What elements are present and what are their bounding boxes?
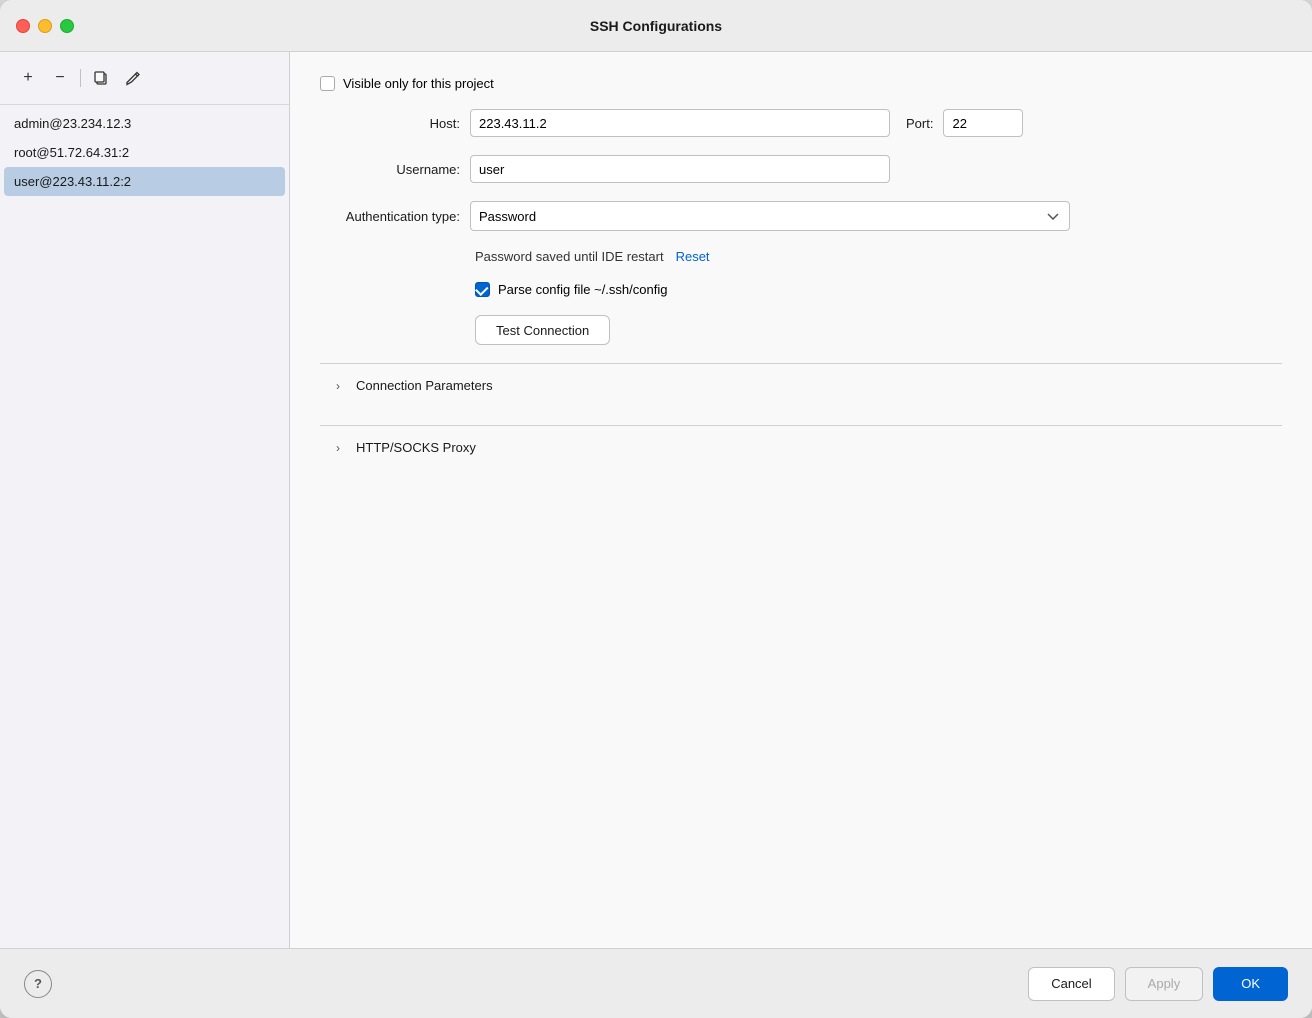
- copy-button[interactable]: [87, 64, 115, 92]
- title-bar: SSH Configurations: [0, 0, 1312, 52]
- edit-icon: [125, 70, 141, 86]
- reset-link[interactable]: Reset: [676, 249, 710, 264]
- password-status-text: Password saved until IDE restart: [475, 249, 664, 264]
- auth-type-select[interactable]: Password Key pair OpenSSH config and aut…: [470, 201, 1070, 231]
- close-button[interactable]: [16, 19, 30, 33]
- window-title: SSH Configurations: [590, 18, 722, 34]
- test-connection-button[interactable]: Test Connection: [475, 315, 610, 345]
- copy-icon: [93, 70, 109, 86]
- host-input[interactable]: [470, 109, 890, 137]
- parse-config-label: Parse config file ~/.ssh/config: [498, 282, 667, 297]
- host-row: Host: Port:: [320, 109, 1282, 137]
- visible-only-label: Visible only for this project: [343, 76, 494, 91]
- parse-config-row: Parse config file ~/.ssh/config: [320, 282, 1282, 297]
- remove-button[interactable]: −: [46, 64, 74, 92]
- host-label: Host:: [320, 116, 460, 131]
- password-status-row: Password saved until IDE restart Reset: [320, 249, 1282, 264]
- port-row: Port:: [906, 109, 1023, 137]
- connection-params-header[interactable]: › Connection Parameters: [320, 378, 1282, 393]
- ssh-configurations-window: SSH Configurations + −: [0, 0, 1312, 1018]
- add-button[interactable]: +: [14, 64, 42, 92]
- ok-button[interactable]: OK: [1213, 967, 1288, 1001]
- http-socks-label: HTTP/SOCKS Proxy: [356, 440, 476, 455]
- sidebar: + − admin@23.234.12.3: [0, 52, 290, 948]
- maximize-button[interactable]: [60, 19, 74, 33]
- auth-type-row: Authentication type: Password Key pair O…: [320, 201, 1282, 231]
- port-input[interactable]: [943, 109, 1023, 137]
- sidebar-list: admin@23.234.12.3 root@51.72.64.31:2 use…: [0, 105, 289, 948]
- traffic-lights: [16, 19, 74, 33]
- http-socks-header[interactable]: › HTTP/SOCKS Proxy: [320, 440, 1282, 455]
- port-label: Port:: [906, 116, 933, 131]
- cancel-button[interactable]: Cancel: [1028, 967, 1114, 1001]
- edit-button[interactable]: [119, 64, 147, 92]
- username-label: Username:: [320, 162, 460, 177]
- sidebar-item-2[interactable]: root@51.72.64.31:2: [0, 138, 289, 167]
- connection-params-section: › Connection Parameters: [320, 363, 1282, 407]
- apply-button[interactable]: Apply: [1125, 967, 1204, 1001]
- visible-only-checkbox[interactable]: [320, 76, 335, 91]
- detail-panel: Visible only for this project Host: Port…: [290, 52, 1312, 948]
- footer-actions: Cancel Apply OK: [1028, 967, 1288, 1001]
- main-content: + − admin@23.234.12.3: [0, 52, 1312, 948]
- connection-params-label: Connection Parameters: [356, 378, 493, 393]
- footer: ? Cancel Apply OK: [0, 948, 1312, 1018]
- sidebar-item-1[interactable]: admin@23.234.12.3: [0, 109, 289, 138]
- sidebar-toolbar: + −: [0, 52, 289, 105]
- sidebar-item-3[interactable]: user@223.43.11.2:2: [4, 167, 285, 196]
- connection-params-chevron-icon: ›: [330, 379, 346, 393]
- auth-type-label: Authentication type:: [320, 209, 460, 224]
- minimize-button[interactable]: [38, 19, 52, 33]
- test-connection-row: Test Connection: [320, 315, 1282, 345]
- username-row: Username:: [320, 155, 1282, 183]
- help-button[interactable]: ?: [24, 970, 52, 998]
- username-input[interactable]: [470, 155, 890, 183]
- http-socks-section: › HTTP/SOCKS Proxy: [320, 425, 1282, 469]
- toolbar-divider: [80, 69, 81, 87]
- http-socks-chevron-icon: ›: [330, 441, 346, 455]
- parse-config-checkbox[interactable]: [475, 282, 490, 297]
- visible-only-row: Visible only for this project: [320, 76, 1282, 91]
